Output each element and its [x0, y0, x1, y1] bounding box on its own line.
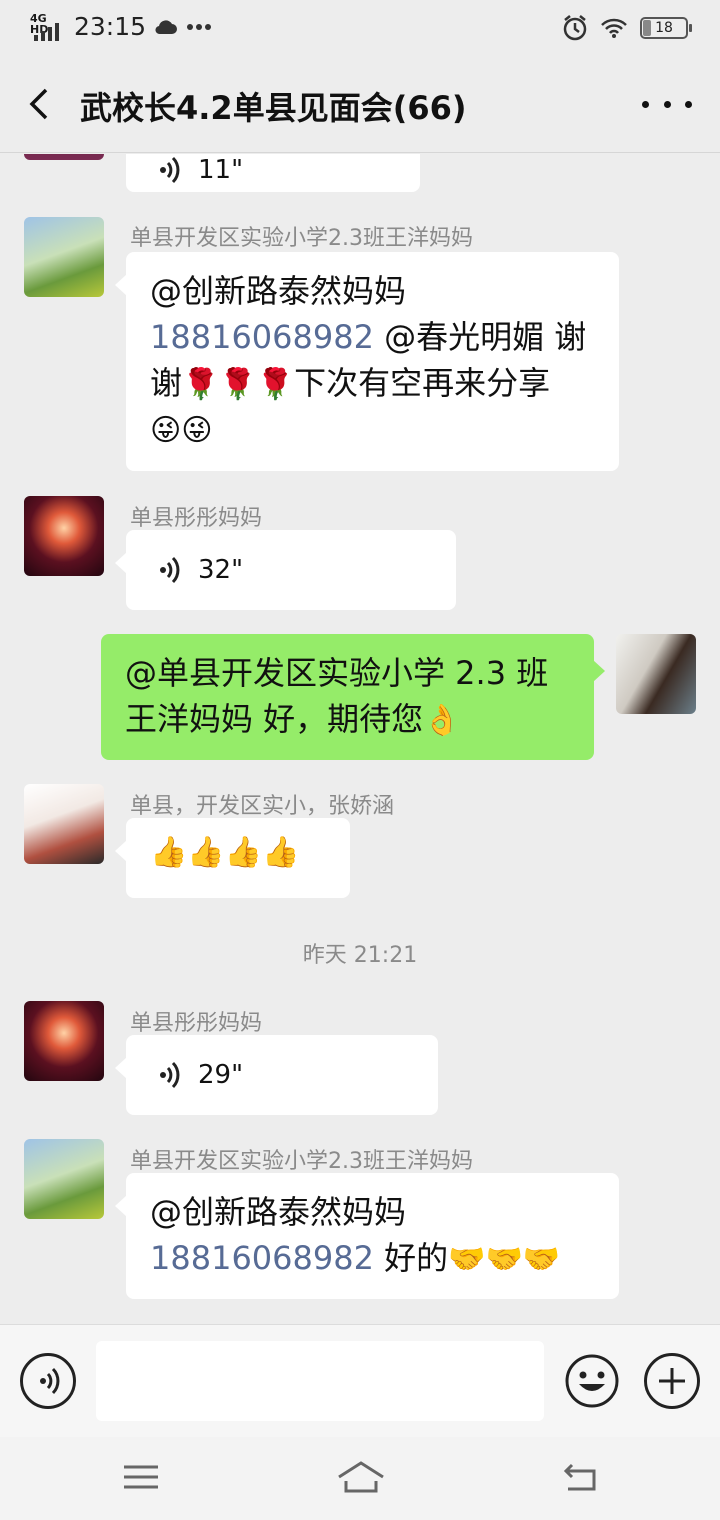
more-notifications-icon: [187, 23, 212, 30]
sender-name: 单县开发区实验小学2.3班王洋妈妈: [130, 1149, 473, 1174]
sender-name: 单县彤彤妈妈: [130, 506, 263, 531]
chat-title: 武校长4.2单县见面会(66): [80, 89, 467, 127]
alarm-icon: [563, 15, 587, 41]
message-line: 王洋妈妈 好，期待您👌: [125, 700, 461, 738]
rose-emoji: 🌹🌹🌹: [182, 367, 295, 402]
avatar[interactable]: [24, 217, 104, 297]
message-line: @创新路泰然妈妈: [150, 1193, 407, 1231]
voice-wave-icon: [160, 556, 180, 584]
back-icon[interactable]: [22, 84, 62, 124]
system-nav-bar: [0, 1437, 720, 1520]
chat-header: 武校长4.2单县见面会(66): [0, 56, 720, 153]
home-icon[interactable]: [336, 1459, 386, 1495]
menu-icon[interactable]: [120, 1459, 164, 1495]
message-line: 谢🌹🌹🌹下次有空再来分享: [150, 364, 551, 402]
voice-wave-icon: [160, 156, 180, 184]
message-line: 18816068982 @春光明媚 谢: [150, 318, 587, 356]
own-text-message-bubble[interactable]: @单县开发区实验小学 2.3 班 王洋妈妈 好，期待您👌: [101, 634, 605, 760]
text-message-bubble[interactable]: @创新路泰然妈妈 18816068982 好的🤝🤝🤝: [115, 1173, 619, 1299]
voice-message-bubble[interactable]: 11": [126, 154, 420, 192]
self-avatar[interactable]: [616, 634, 696, 714]
wifi-icon: [601, 18, 627, 38]
voice-input-icon[interactable]: [20, 1353, 76, 1409]
avatar[interactable]: [24, 154, 104, 160]
message-list[interactable]: 11" 单县开发区实验小学2.3班王洋妈妈 @创新路泰然妈妈 188160689…: [0, 154, 720, 1324]
voice-wave-icon: [160, 1061, 180, 1089]
avatar[interactable]: [24, 784, 104, 864]
sender-name: 单县，开发区实小，张娇涵: [130, 794, 395, 819]
input-bar: [0, 1324, 720, 1437]
return-icon[interactable]: [558, 1459, 602, 1495]
battery-icon: 18: [640, 17, 692, 39]
text-message-bubble[interactable]: @创新路泰然妈妈 18816068982 @春光明媚 谢 谢🌹🌹🌹下次有空再来分…: [115, 252, 619, 471]
avatar[interactable]: [24, 496, 104, 576]
thumbs-up-emoji: 👍👍👍👍: [150, 835, 300, 870]
emoji-icon[interactable]: [564, 1353, 620, 1409]
phone-link[interactable]: 18816068982: [150, 1239, 374, 1277]
voice-message-bubble[interactable]: 32": [115, 530, 456, 610]
voice-duration: 11": [198, 155, 244, 185]
voice-duration: 32": [198, 555, 244, 585]
message-line: @创新路泰然妈妈: [150, 272, 407, 310]
voice-duration: 29": [198, 1060, 244, 1090]
sender-name: 单县彤彤妈妈: [130, 1011, 263, 1036]
message-line: @单县开发区实验小学 2.3 班: [125, 654, 549, 692]
cloud-icon: [155, 19, 178, 34]
message-timestamp: 昨天 21:21: [302, 943, 418, 968]
wink-tongue-emoji: 😜😜: [150, 413, 213, 448]
ok-hand-emoji: 👌: [423, 703, 461, 738]
phone-link[interactable]: 18816068982: [150, 318, 374, 356]
text-message-bubble[interactable]: 👍👍👍👍: [115, 818, 350, 898]
avatar[interactable]: [24, 1139, 104, 1219]
clock: 23:15: [74, 12, 147, 41]
voice-message-bubble[interactable]: 29": [115, 1035, 438, 1115]
sender-name: 单县开发区实验小学2.3班王洋妈妈: [130, 226, 473, 251]
more-icon[interactable]: [642, 86, 692, 122]
cellular-signal-icon: 4G HD: [30, 13, 66, 41]
message-input[interactable]: [96, 1341, 544, 1421]
avatar[interactable]: [24, 1001, 104, 1081]
message-line: 18816068982 好的🤝🤝🤝: [150, 1239, 561, 1277]
plus-icon[interactable]: [644, 1353, 700, 1409]
handshake-emoji: 🤝🤝🤝: [448, 1242, 561, 1277]
status-bar: 4G HD 23:15 18: [0, 0, 720, 56]
